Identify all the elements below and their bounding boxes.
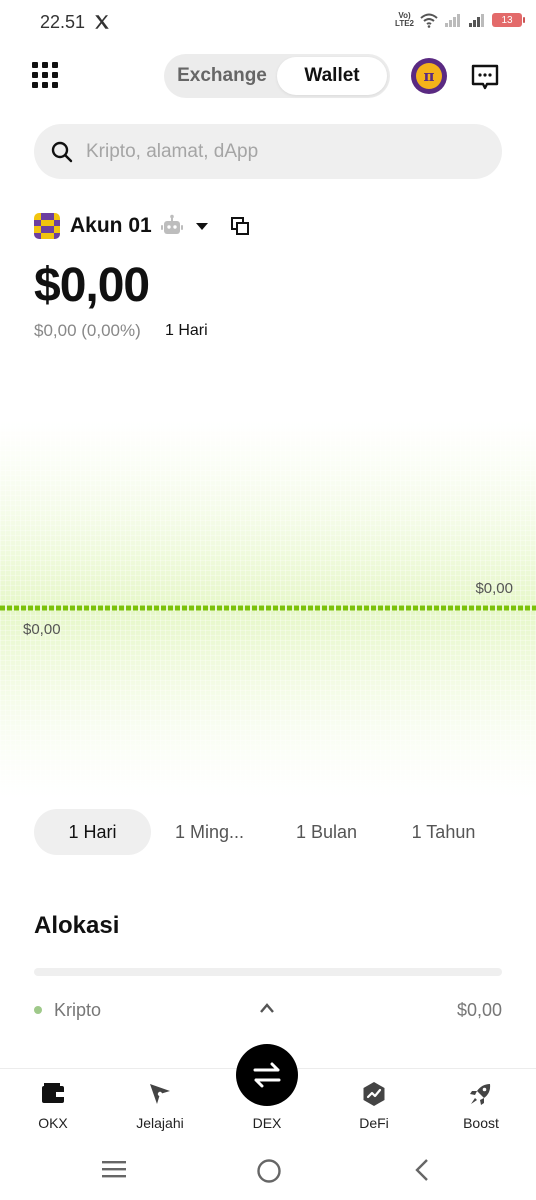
pi-network-icon[interactable]: π [411,58,447,94]
allocation-item-crypto[interactable]: Kripto $0,00 [34,996,502,1024]
balance-change: $0,00 (0,00%) [34,321,141,340]
swap-icon [253,1062,281,1088]
balance-chart-svg [0,420,536,800]
account-selector: Akun 01 [34,212,250,240]
battery-indicator: 13 [492,13,525,27]
copy-icon[interactable] [230,216,250,236]
home-icon[interactable] [256,1158,282,1184]
allocation-title: Alokasi [34,912,120,939]
bottom-nav: OKX Jelajahi DEX DeFi Boost [0,1044,536,1142]
volte-indicator: Vo) LTE2 [395,11,414,28]
recent-apps-icon[interactable] [101,1158,127,1180]
range-tab-1m[interactable]: 1 Bulan [268,809,385,855]
total-balance: $0,00 [34,259,150,312]
system-nav-bar [0,1142,536,1200]
allocation-dot [34,1006,42,1014]
nav-boost[interactable]: Boost [436,1081,526,1131]
range-tab-1w[interactable]: 1 Ming... [151,809,268,855]
nav-label-jelajahi: Jelajahi [136,1115,184,1131]
balance-change-period: 1 Hari [165,322,208,339]
tab-exchange[interactable]: Exchange [167,57,277,95]
account-avatar[interactable] [34,213,60,239]
signal-icon-2 [469,14,484,27]
allocation-label: Kripto [54,999,102,1020]
compass-icon [150,1084,170,1104]
search-placeholder: Kripto, alamat, dApp [86,140,259,162]
status-bar: 22.51 Vo) LTE2 13 [0,0,536,44]
robot-icon [160,214,183,234]
range-tab-1y[interactable]: 1 Tahun [385,809,502,855]
wifi-icon [420,13,438,28]
grid-menu-icon[interactable] [32,62,58,88]
search-icon [51,141,73,162]
account-name[interactable]: Akun 01 [70,214,152,238]
nav-label-defi: DeFi [359,1115,389,1131]
nav-defi[interactable]: DeFi [329,1081,419,1131]
nav-okx[interactable]: OKX [8,1081,98,1131]
message-icon[interactable] [470,62,500,92]
balance-chart: $0,00 $0,00 [0,420,536,800]
caret-down-icon[interactable] [195,222,208,230]
tab-wallet[interactable]: Wallet [277,57,387,95]
nav-label-dex[interactable]: DEX [222,1115,312,1131]
chart-label-left: $0,00 [23,621,61,638]
range-tab-1d[interactable]: 1 Hari [34,809,151,855]
chart-label-right: $0,00 [475,580,513,597]
allocation-bar [34,968,502,976]
allocation-value: $0,00 [456,999,502,1020]
back-icon[interactable] [412,1158,432,1182]
status-time: 22.51 [40,12,86,32]
nav-jelajahi[interactable]: Jelajahi [115,1081,205,1131]
wallet-icon [42,1083,64,1103]
nav-label-boost: Boost [463,1115,499,1131]
signal-icon-1 [445,14,460,27]
search-input[interactable]: Kripto, alamat, dApp [34,124,502,179]
rocket-icon [470,1084,491,1105]
x-app-icon [95,15,109,29]
nav-label-okx: OKX [38,1115,68,1131]
status-icons: Vo) LTE2 13 [395,11,525,28]
pi-symbol: π [416,63,442,89]
range-selector: 1 Hari 1 Ming... 1 Bulan 1 Tahun [34,809,502,855]
dex-swap-button[interactable] [236,1044,298,1106]
chevron-up-icon[interactable] [259,1002,275,1014]
defi-icon [363,1082,385,1106]
exchange-wallet-switch: Exchange Wallet [164,54,390,98]
